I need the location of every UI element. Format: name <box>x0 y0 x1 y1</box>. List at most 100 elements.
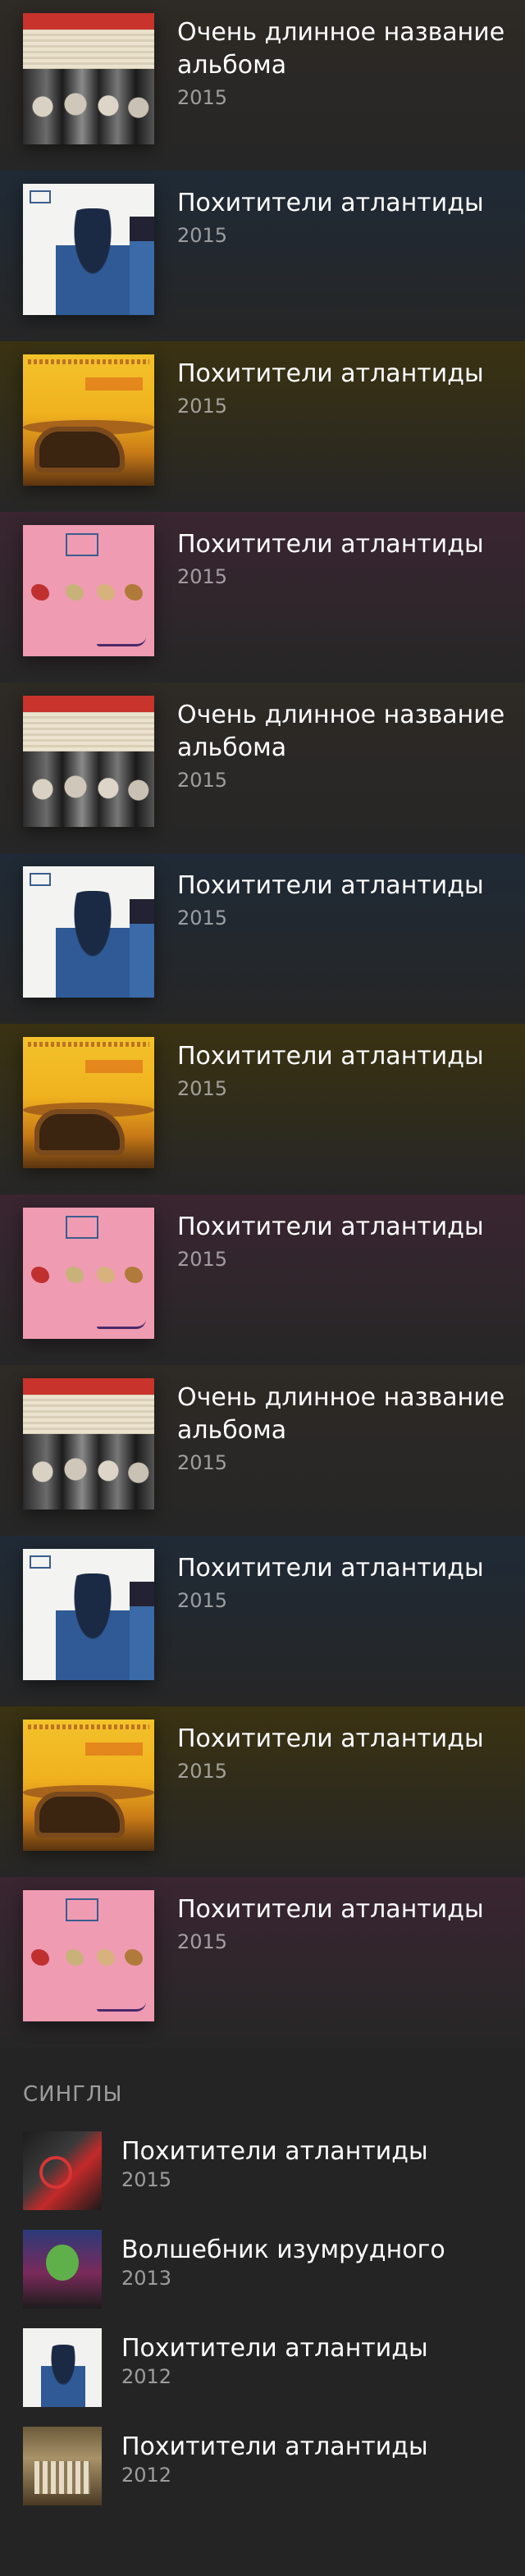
album-info: Очень длинное название альбома 2015 <box>177 1378 522 1477</box>
album-row[interactable]: Похитители атлантиды 2015 <box>0 171 525 341</box>
single-row[interactable]: Волшебник изумрудного 2013 <box>23 2230 515 2309</box>
album-row[interactable]: Очень длинное название альбома 2015 <box>0 0 525 171</box>
cover-art-shape <box>39 2156 72 2189</box>
album-year: 2015 <box>177 224 228 247</box>
album-info: Похитители атлантиды 2015 <box>177 1720 522 1785</box>
album-row[interactable]: Похитители атлантиды 2015 <box>0 512 525 683</box>
album-info: Похитители атлантиды 2015 <box>177 1890 522 1956</box>
album-year: 2015 <box>177 395 228 418</box>
album-year: 2015 <box>177 1077 228 1100</box>
cover-art-shape <box>34 2461 90 2494</box>
cover-art-shape <box>130 1582 154 1680</box>
album-cover[interactable] <box>23 696 154 827</box>
album-cover[interactable] <box>23 866 154 998</box>
cover-art-shape <box>30 190 51 203</box>
albums-list: Очень длинное название альбома 2015 Похити… <box>0 0 525 2048</box>
album-info: Очень длинное название альбома 2015 <box>177 696 522 794</box>
album-cover[interactable] <box>23 1208 154 1339</box>
album-title[interactable]: Похитители атлантиды <box>177 528 522 561</box>
cover-art-shape <box>23 696 154 712</box>
album-info: Похитители атлантиды 2015 <box>177 866 522 932</box>
album-year: 2015 <box>177 1760 228 1783</box>
album-row[interactable]: Похитители атлантиды 2015 <box>0 341 525 512</box>
cover-art-shape <box>23 30 154 71</box>
album-row[interactable]: Похитители атлантиды 2015 <box>0 1706 525 1877</box>
section-title-singles: СИНГЛЫ <box>23 2082 123 2107</box>
cover-art-shape <box>34 427 125 473</box>
cover-art-shape <box>41 2345 85 2407</box>
single-cover[interactable] <box>23 2328 102 2407</box>
album-row[interactable]: Похитители атлантиды 2015 <box>0 853 525 1024</box>
album-cover[interactable] <box>23 1037 154 1168</box>
cover-art-shape <box>31 1949 49 1966</box>
cover-art-shape <box>31 584 49 601</box>
cover-art-shape <box>23 1452 154 1501</box>
album-row[interactable]: Похитители атлантиды 2015 <box>0 1194 525 1365</box>
album-title[interactable]: Очень длинное название альбома <box>177 16 522 82</box>
album-cover[interactable] <box>23 1720 154 1851</box>
album-cover[interactable] <box>23 13 154 144</box>
single-info: Похитители атлантиды 2012 <box>121 2427 428 2505</box>
single-title[interactable]: Похитители атлантиды <box>121 2333 428 2364</box>
cover-art-shape <box>66 1949 84 1966</box>
cover-art-shape <box>125 1949 143 1966</box>
album-row[interactable]: Очень длинное название альбома 2015 <box>0 1365 525 1536</box>
cover-art-shape <box>34 1792 125 1838</box>
cover-art-shape <box>85 1742 143 1756</box>
cover-art-shape <box>66 1267 84 1283</box>
album-cover[interactable] <box>23 1378 154 1510</box>
album-title[interactable]: Очень длинное название альбома <box>177 699 522 765</box>
single-title[interactable]: Похитители атлантиды <box>121 2432 428 2463</box>
album-cover[interactable] <box>23 1549 154 1680</box>
cover-art-shape <box>130 217 154 315</box>
album-cover[interactable] <box>23 184 154 315</box>
album-year: 2015 <box>177 565 228 588</box>
cover-art-shape <box>56 208 130 315</box>
cover-art-shape <box>85 377 143 391</box>
cover-art-shape <box>66 533 98 556</box>
cover-art-shape <box>130 899 154 998</box>
album-title[interactable]: Похитители атлантиды <box>177 1723 522 1756</box>
album-year: 2015 <box>177 907 228 929</box>
single-row[interactable]: Похитители атлантиды 2012 <box>23 2427 515 2505</box>
album-row[interactable]: Похитители атлантиды 2015 <box>0 1024 525 1194</box>
album-title[interactable]: Похитители атлантиды <box>177 1552 522 1585</box>
cover-art-shape <box>30 1555 51 1569</box>
album-title[interactable]: Очень длинное название альбома <box>177 1382 522 1447</box>
album-info: Похитители атлантиды 2015 <box>177 184 522 249</box>
single-cover[interactable] <box>23 2131 102 2210</box>
single-cover[interactable] <box>23 2230 102 2309</box>
single-row[interactable]: Похитители атлантиды 2015 <box>23 2131 515 2210</box>
cover-art-shape <box>125 584 143 601</box>
single-year: 2015 <box>121 2168 172 2191</box>
album-title[interactable]: Похитители атлантиды <box>177 358 522 391</box>
album-row[interactable]: Очень длинное название альбома 2015 <box>0 683 525 853</box>
cover-art-shape <box>23 13 154 30</box>
album-title[interactable]: Похитители атлантиды <box>177 870 522 902</box>
album-title[interactable]: Похитители атлантиды <box>177 1893 522 1926</box>
singles-section: СИНГЛЫ Похитители атлантиды 2015 Волшебник… <box>0 2048 525 2576</box>
album-cover[interactable] <box>23 354 154 486</box>
album-year: 2015 <box>177 1589 228 1612</box>
album-info: Очень длинное название альбома 2015 <box>177 13 522 112</box>
album-title[interactable]: Похитители атлантиды <box>177 1040 522 1073</box>
single-title[interactable]: Похитители атлантиды <box>121 2136 428 2167</box>
album-info: Похитители атлантиды 2015 <box>177 1208 522 1273</box>
album-cover[interactable] <box>23 1890 154 2021</box>
cover-art-shape <box>23 1378 154 1395</box>
single-info: Волшебник изумрудного 2013 <box>121 2230 445 2309</box>
album-cover[interactable] <box>23 525 154 656</box>
album-info: Похитители атлантиды 2015 <box>177 525 522 591</box>
cover-art-shape <box>34 1109 125 1155</box>
single-cover[interactable] <box>23 2427 102 2505</box>
album-row[interactable]: Похитители атлантиды 2015 <box>0 1877 525 2048</box>
single-row[interactable]: Похитители атлантиды 2012 <box>23 2328 515 2407</box>
cover-art-shape <box>28 359 149 364</box>
album-title[interactable]: Похитители атлантиды <box>177 187 522 220</box>
single-title[interactable]: Волшебник изумрудного <box>121 2235 445 2266</box>
cover-art-shape <box>66 584 84 601</box>
album-title[interactable]: Похитители атлантиды <box>177 1211 522 1244</box>
cover-art-shape <box>97 1267 115 1283</box>
album-row[interactable]: Похитители атлантиды 2015 <box>0 1536 525 1706</box>
cover-art-shape <box>97 2002 146 2012</box>
